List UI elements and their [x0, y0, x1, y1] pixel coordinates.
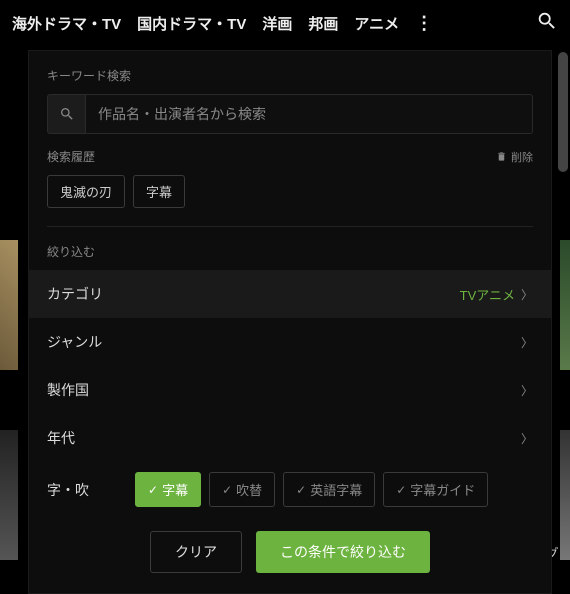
pill-dub[interactable]: ✓吹替: [209, 472, 275, 507]
history-delete-button[interactable]: 削除: [496, 149, 533, 165]
more-vertical-icon[interactable]: ⋮: [415, 13, 433, 34]
nav-item-anime[interactable]: アニメ: [354, 13, 399, 34]
chevron-right-icon: 〉: [521, 382, 533, 399]
nav-item-overseas[interactable]: 海外ドラマ・TV: [12, 13, 121, 34]
chevron-right-icon: 〉: [521, 334, 533, 351]
check-icon: ✓: [222, 483, 232, 497]
nav-item-domestic[interactable]: 国内ドラマ・TV: [137, 13, 246, 34]
filter-label: 製作国: [47, 380, 89, 400]
filter-row-category[interactable]: カテゴリ TVアニメ〉: [29, 270, 551, 318]
search-icon[interactable]: [536, 10, 558, 36]
filter-section-label: 絞り込む: [47, 243, 533, 260]
apply-button[interactable]: この条件で絞り込む: [256, 531, 430, 573]
nav-item-japanese[interactable]: 邦画: [308, 13, 338, 34]
subdub-label: 字・吹: [47, 480, 127, 500]
filter-label: ジャンル: [47, 332, 102, 352]
history-chip[interactable]: 鬼滅の刃: [47, 175, 125, 208]
search-input-icon: [47, 94, 85, 134]
thumb: [0, 430, 18, 560]
top-nav: 海外ドラマ・TV 国内ドラマ・TV 洋画 邦画 アニメ ⋮: [0, 0, 570, 46]
clear-button[interactable]: クリア: [150, 531, 242, 573]
pill-subtitle[interactable]: ✓字幕: [135, 472, 201, 507]
nav-item-western[interactable]: 洋画: [262, 13, 292, 34]
filter-row-genre[interactable]: ジャンル 〉: [29, 318, 551, 366]
filter-label: 年代: [47, 428, 75, 448]
filter-row-country[interactable]: 製作国 〉: [29, 366, 551, 414]
thumb: [560, 240, 570, 370]
pill-sub-guide[interactable]: ✓字幕ガイド: [383, 472, 488, 507]
check-icon: ✓: [396, 483, 406, 497]
subdub-row: 字・吹 ✓字幕 ✓吹替 ✓英語字幕 ✓字幕ガイド: [29, 462, 551, 517]
filter-value: TVアニメ: [460, 285, 515, 304]
chevron-right-icon: 〉: [521, 286, 533, 303]
delete-label: 削除: [511, 149, 533, 165]
filter-row-era[interactable]: 年代 〉: [29, 414, 551, 462]
history-chip[interactable]: 字幕: [133, 175, 185, 208]
check-icon: ✓: [296, 483, 306, 497]
history-label: 検索履歴: [47, 148, 95, 165]
thumb: [0, 240, 18, 370]
scrollbar-thumb[interactable]: [558, 52, 568, 172]
thumb: [560, 430, 570, 560]
keyword-search-label: キーワード検索: [47, 67, 533, 84]
chevron-right-icon: 〉: [521, 430, 533, 447]
search-input[interactable]: [85, 94, 533, 134]
filter-label: カテゴリ: [47, 284, 103, 304]
search-filter-panel: キーワード検索 検索履歴 削除 鬼滅の刃 字幕 絞り込む カテゴリ TVアニメ〉…: [28, 50, 552, 594]
check-icon: ✓: [148, 483, 158, 497]
trash-icon: [496, 151, 507, 162]
pill-eng-sub[interactable]: ✓英語字幕: [283, 472, 375, 507]
